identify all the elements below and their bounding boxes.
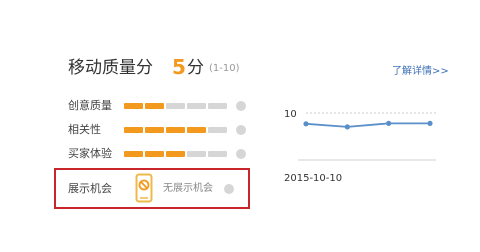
metric-label-experience: 买家体验 <box>68 147 112 160</box>
phone-no-display-icon <box>135 173 153 203</box>
y-tick-label: 10 <box>284 109 297 120</box>
metric-bar-segment <box>145 103 164 109</box>
score-unit: 分 <box>187 58 204 78</box>
score-range: (1-10) <box>209 63 240 74</box>
metric-label-creative: 创意质量 <box>68 99 112 112</box>
metric-bar-segment <box>166 103 185 109</box>
help-icon-relevance[interactable] <box>236 125 246 135</box>
help-icon-display[interactable] <box>224 184 234 194</box>
metric-bar-segment <box>124 103 143 109</box>
trend-chart: 10 <box>284 109 436 161</box>
data-point <box>427 120 433 126</box>
page-title: 移动质量分 <box>68 58 153 78</box>
help-icon-creative[interactable] <box>236 101 246 111</box>
series-line <box>305 122 430 128</box>
help-icon-experience[interactable] <box>236 149 246 159</box>
data-point <box>344 124 350 130</box>
data-point <box>386 120 392 126</box>
metric-bar-segment <box>145 127 164 133</box>
metric-bar-segment <box>166 151 185 157</box>
metric-bar-segment <box>145 151 164 157</box>
quality-score-panel: { "header": { "title": "移动质量分", "score":… <box>0 0 480 252</box>
metric-label-relevance: 相关性 <box>68 123 101 136</box>
metric-bar-segment <box>166 127 185 133</box>
metric-bar-segment <box>187 103 206 109</box>
score-value: 5 <box>172 55 186 79</box>
no-display-status: 无展示机会 <box>163 183 213 194</box>
learn-more-link[interactable]: 了解详情>> <box>392 64 449 80</box>
metric-bar-segment <box>187 127 206 133</box>
display-opportunity-label: 展示机会 <box>68 182 112 195</box>
metric-bar-segment <box>208 103 227 109</box>
data-point <box>303 121 309 127</box>
metric-bar-segment <box>208 151 227 157</box>
metric-bar-segment <box>187 151 206 157</box>
x-tick-label: 2015-10-10 <box>284 173 343 184</box>
metric-bar-segment <box>124 127 143 133</box>
metric-bar-segment <box>208 127 227 133</box>
metric-bar-segment <box>124 151 143 157</box>
